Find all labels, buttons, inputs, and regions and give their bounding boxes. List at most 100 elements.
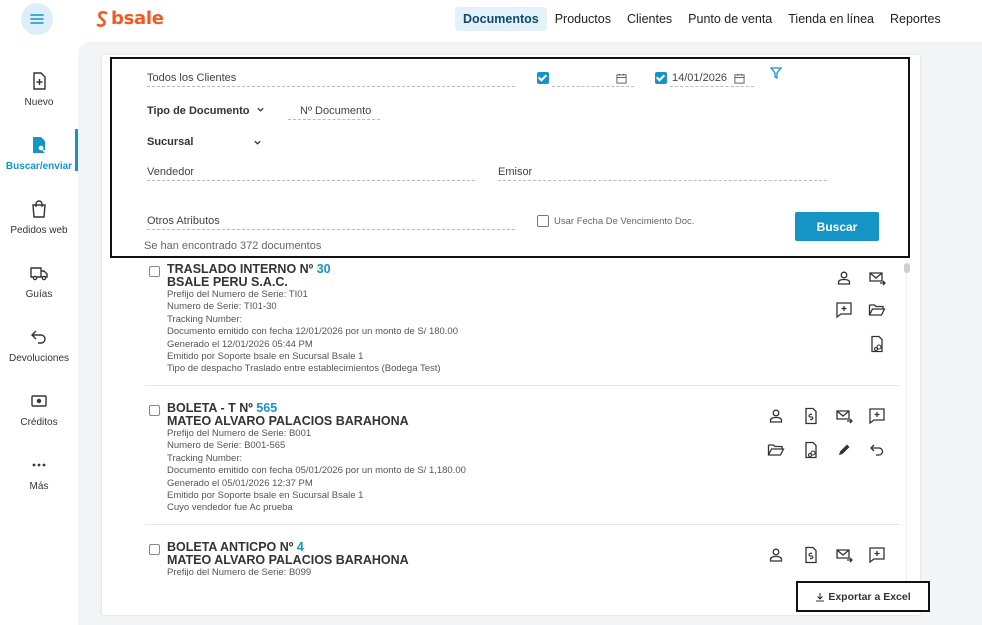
- nav-clientes[interactable]: Clientes: [619, 7, 680, 31]
- calendar-icon[interactable]: [616, 73, 627, 84]
- scrollbar-thumb[interactable]: [904, 263, 910, 273]
- file-search-icon: [33, 137, 47, 154]
- sidebar: Nuevo Buscar/enviar Pedidos web Guías De…: [0, 40, 78, 625]
- return-button[interactable]: [868, 441, 886, 459]
- detail-line: Numero de Serie: TI01-30: [167, 301, 277, 313]
- user-icon: [837, 271, 851, 285]
- nav-productos[interactable]: Productos: [547, 7, 619, 31]
- sidebar-label: Más: [29, 481, 49, 492]
- pencil-icon: [839, 444, 850, 455]
- filter-icon[interactable]: [770, 67, 782, 79]
- return-arrow-icon: [870, 444, 884, 456]
- other-attributes-field[interactable]: Otros Atributos: [147, 214, 515, 230]
- shopping-bag-icon: [32, 200, 46, 218]
- payment-document-button[interactable]: [802, 546, 820, 564]
- assign-user-button[interactable]: [835, 269, 853, 287]
- document-item: BOLETA ANTICPO Nº 4 MATEO ALVARO PALACIO…: [145, 540, 899, 576]
- edit-button[interactable]: [835, 441, 853, 459]
- truck-icon: [30, 267, 48, 281]
- sidebar-item-pedidos-web[interactable]: Pedidos web: [0, 199, 78, 236]
- send-email-button[interactable]: [835, 546, 853, 564]
- due-date-label: Usar Fecha De Vencimiento Doc.: [554, 216, 695, 227]
- nav-punto-de-venta[interactable]: Punto de venta: [680, 7, 780, 31]
- document-type: TRASLADO INTERNO Nº: [167, 262, 314, 276]
- issuer-field[interactable]: Emisor: [498, 165, 827, 181]
- chevron-down-icon: [254, 140, 261, 145]
- document-details: Prefijo del Numero de Serie: B099: [167, 567, 311, 576]
- detail-line: Emitido por Soporte bsale en Sucursal Bs…: [167, 351, 364, 363]
- document-link-button[interactable]: [802, 441, 820, 459]
- open-folder-button[interactable]: [767, 441, 785, 459]
- logo-text: bsale: [111, 8, 164, 29]
- results-count: Se han encontrado 372 documentos: [144, 240, 322, 252]
- sidebar-item-guias[interactable]: Guías: [0, 263, 78, 300]
- sidebar-item-nuevo[interactable]: Nuevo: [0, 71, 78, 108]
- document-item: TRASLADO INTERNO Nº 30 BSALE PERU S.A.C.…: [145, 262, 899, 382]
- user-icon: [769, 409, 783, 423]
- open-folder-button[interactable]: [868, 301, 886, 319]
- document-link-button[interactable]: [868, 335, 886, 353]
- document-checkbox[interactable]: [149, 266, 160, 277]
- document-title[interactable]: BOLETA ANTICPO Nº 4: [167, 540, 304, 554]
- document-checkbox[interactable]: [149, 405, 160, 416]
- bsale-logo-icon: [96, 10, 108, 27]
- filter-box: Todos los Clientes 14/01/2026 Tipo de Do…: [110, 57, 910, 258]
- export-excel-button[interactable]: Exportar a Excel: [796, 581, 930, 612]
- comment-plus-icon: [836, 302, 852, 319]
- due-date-checkbox[interactable]: [537, 215, 549, 227]
- detail-line: Prefijo del Numero de Serie: B099: [167, 567, 312, 576]
- sidebar-item-devoluciones[interactable]: Devoluciones: [0, 327, 78, 364]
- bsale-logo[interactable]: bsale: [96, 9, 164, 29]
- sidebar-item-mas[interactable]: Más: [0, 455, 78, 492]
- doc-number-field[interactable]: Nº Documento: [288, 104, 380, 120]
- return-arrow-icon: [31, 330, 46, 344]
- sidebar-item-buscar-enviar[interactable]: Buscar/enviar: [0, 129, 78, 172]
- detail-line: Documento emitido con fecha 12/01/2026 p…: [167, 326, 459, 338]
- document-details: Prefijo del Numero de Serie: TI01 Numero…: [167, 289, 458, 376]
- hamburger-icon: [30, 14, 44, 24]
- detail-line: Cuyo vendedor fue Ac prueba: [167, 502, 293, 514]
- document-title[interactable]: BOLETA - T Nº 565: [167, 401, 277, 415]
- app-root: bsale Documentos Productos Clientes Punt…: [0, 0, 982, 625]
- scrollbar-track[interactable]: [906, 263, 907, 583]
- detail-line: Prefijo del Numero de Serie: TI01: [167, 289, 308, 300]
- sidebar-item-creditos[interactable]: Créditos: [0, 391, 78, 428]
- document-divider: [145, 524, 899, 525]
- file-plus-icon: [33, 72, 46, 90]
- document-details: Prefijo del Numero de Serie: B001 Numero…: [167, 428, 466, 515]
- document-type: BOLETA ANTICPO Nº: [167, 540, 294, 554]
- doc-type-dropdown[interactable]: Tipo de Documento: [147, 105, 265, 117]
- branch-dropdown[interactable]: Sucursal: [147, 136, 262, 148]
- document-type: BOLETA - T Nº: [167, 401, 253, 415]
- send-email-button[interactable]: [835, 407, 853, 425]
- assign-user-button[interactable]: [767, 546, 785, 564]
- add-note-button[interactable]: [868, 407, 886, 425]
- document-checkbox[interactable]: [149, 544, 160, 555]
- client-field[interactable]: Todos los Clientes: [147, 71, 515, 87]
- comment-plus-icon: [869, 547, 885, 564]
- sidebar-label: Nuevo: [24, 97, 54, 108]
- top-bar: bsale Documentos Productos Clientes Punt…: [0, 0, 982, 40]
- seller-field[interactable]: Vendedor: [147, 165, 475, 181]
- nav-tienda-en-linea[interactable]: Tienda en línea: [780, 7, 882, 31]
- money-icon: [31, 395, 47, 407]
- date-from-checkbox[interactable]: [537, 72, 549, 84]
- document-client: BSALE PERU S.A.C.: [167, 275, 288, 289]
- detail-line: Prefijo del Numero de Serie: B001: [167, 428, 312, 439]
- menu-button[interactable]: [21, 3, 53, 35]
- assign-user-button[interactable]: [767, 407, 785, 425]
- search-button[interactable]: Buscar: [795, 212, 879, 241]
- calendar-icon[interactable]: [734, 73, 745, 84]
- sidebar-label: Devoluciones: [8, 353, 70, 364]
- add-note-button[interactable]: [868, 546, 886, 564]
- date-to-checkbox[interactable]: [655, 72, 667, 84]
- document-title[interactable]: TRASLADO INTERNO Nº 30: [167, 262, 331, 276]
- payment-document-button[interactable]: [802, 407, 820, 425]
- sidebar-label: Guías: [25, 289, 53, 300]
- send-email-button[interactable]: [868, 269, 886, 287]
- sidebar-label: Pedidos web: [10, 225, 68, 236]
- mail-send-icon: [836, 410, 853, 424]
- add-note-button[interactable]: [835, 301, 853, 319]
- nav-documentos[interactable]: Documentos: [455, 7, 547, 31]
- nav-reportes[interactable]: Reportes: [882, 7, 949, 31]
